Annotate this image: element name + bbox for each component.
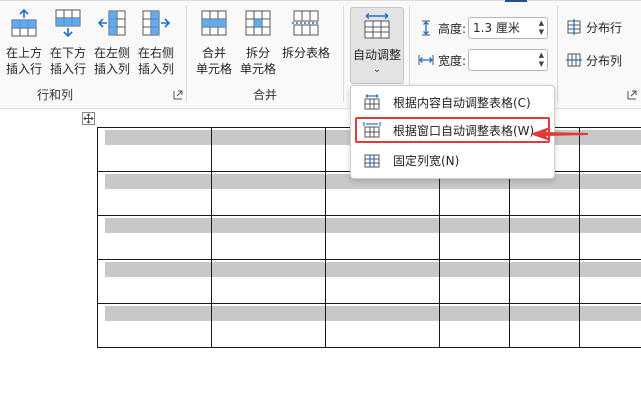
- table-row: [105, 218, 641, 233]
- menu-item-label: 根据内容自动调整表格(C): [393, 95, 531, 110]
- table-border: [97, 259, 641, 260]
- table-row: [105, 262, 641, 277]
- split-cells-button[interactable]: 拆分 单元格: [236, 8, 280, 77]
- split-cells-label: 拆分 单元格: [239, 46, 276, 76]
- merge-cells-button[interactable]: 合并 单元格: [192, 8, 236, 77]
- row-height-control: 高度: 1.3 厘米 ▲ ▼: [418, 16, 548, 40]
- insert-column-left-label: 在左侧 插入列: [93, 46, 130, 76]
- dialog-launcher-icon[interactable]: [173, 90, 183, 100]
- group-separator: [186, 6, 187, 102]
- insert-column-left-icon: [97, 10, 126, 36]
- distribute-rows-label: 分布行: [586, 20, 623, 35]
- autofit-window-icon: [363, 122, 381, 138]
- table-row: [105, 306, 641, 321]
- merge-group-label: 合并: [252, 88, 277, 102]
- table-border: [97, 303, 641, 304]
- merge-cells-label: 合并 单元格: [195, 46, 232, 76]
- table-border: [211, 127, 212, 347]
- table-border: [97, 347, 641, 348]
- split-table-button[interactable]: 拆分表格: [280, 8, 332, 61]
- autofit-button[interactable]: 自动调整 ⌄: [350, 7, 404, 84]
- group-separator: [557, 6, 558, 102]
- move-icon: [83, 113, 94, 124]
- rows-cols-group-label: 行和列: [36, 88, 73, 102]
- menu-item-autofit-window[interactable]: 根据窗口自动调整表格(W): [355, 117, 550, 143]
- table-border: [509, 171, 510, 347]
- insert-row-below-icon: [55, 9, 81, 38]
- group-separator: [343, 6, 344, 102]
- insert-row-below-button[interactable]: 在下方 插入行: [46, 8, 90, 77]
- column-width-input[interactable]: ▲ ▼: [468, 49, 548, 71]
- chevron-down-icon: ⌄: [372, 64, 382, 75]
- distribute-rows-icon: [567, 19, 581, 35]
- menu-item-label: 固定列宽(N): [393, 153, 460, 168]
- row-height-value: 1.3 厘米: [473, 21, 520, 35]
- column-width-control: 宽度: ▲ ▼: [418, 48, 548, 72]
- fixed-column-width-icon: [364, 154, 380, 168]
- merge-cells-icon: [201, 10, 227, 36]
- spinner-arrows-icon[interactable]: ▲ ▼: [539, 51, 544, 69]
- menu-item-autofit-contents[interactable]: 根据内容自动调整表格(C): [355, 89, 550, 115]
- column-width-label: 宽度:: [438, 53, 467, 68]
- insert-row-above-label: 在上方 插入行: [5, 46, 42, 76]
- table-border: [325, 127, 326, 347]
- row-height-label: 高度:: [438, 21, 467, 36]
- table-border: [97, 127, 98, 347]
- table-move-handle[interactable]: [82, 112, 95, 125]
- column-width-icon: [418, 55, 434, 65]
- insert-column-right-button[interactable]: 在右侧 插入列: [134, 8, 178, 77]
- autofit-contents-icon: [364, 94, 380, 110]
- autofit-icon: [364, 12, 390, 39]
- menu-item-fixed-column-width[interactable]: 固定列宽(N): [355, 147, 550, 173]
- table-border: [439, 171, 440, 347]
- dialog-launcher-icon[interactable]: [627, 90, 637, 100]
- insert-column-left-button[interactable]: 在左侧 插入列: [90, 8, 134, 77]
- annotation-arrow-icon: [530, 127, 588, 141]
- split-cells-icon: [245, 10, 271, 36]
- row-height-icon: [422, 20, 430, 36]
- insert-row-above-icon: [11, 8, 37, 37]
- ribbon-top-border: [0, 0, 641, 1]
- insert-column-right-icon: [142, 10, 171, 36]
- split-table-icon: [292, 10, 320, 36]
- row-height-input[interactable]: 1.3 厘米 ▲ ▼: [468, 17, 548, 39]
- insert-column-right-label: 在右侧 插入列: [137, 46, 174, 76]
- distribute-columns-button[interactable]: 分布列: [566, 50, 622, 70]
- ribbon-top-accent: [505, 0, 527, 2]
- menu-item-label: 根据窗口自动调整表格(W): [393, 123, 535, 138]
- table-border: [579, 127, 580, 347]
- spinner-arrows-icon[interactable]: ▲ ▼: [539, 19, 544, 37]
- autofit-label: 自动调整: [352, 48, 401, 62]
- distribute-columns-label: 分布列: [586, 53, 623, 68]
- distribute-columns-icon: [566, 53, 582, 67]
- split-table-label: 拆分表格: [281, 46, 330, 60]
- autofit-dropdown-menu: 根据内容自动调整表格(C) 根据窗口自动调整表格(W) 固定列宽(N): [350, 85, 555, 179]
- insert-row-below-label: 在下方 插入行: [49, 46, 86, 76]
- table-border: [97, 215, 641, 216]
- distribute-rows-button[interactable]: 分布行: [566, 17, 622, 37]
- insert-row-above-button[interactable]: 在上方 插入行: [2, 8, 46, 77]
